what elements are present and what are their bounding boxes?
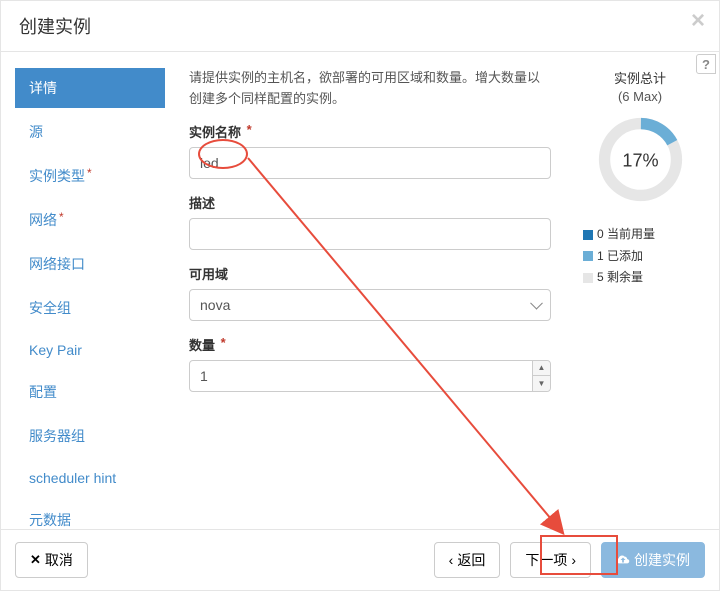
sidebar-item-label: 实例类型 (29, 168, 85, 184)
legend-swatch (583, 273, 593, 283)
stats-panel: 实例总计 (6 Max) 17% 0 当前用量 1 已添加 5 剩余量 (575, 68, 705, 529)
modal-title: 创建实例 (19, 13, 701, 39)
availability-zone-select[interactable]: nova (189, 289, 551, 321)
sidebar-item-label: 详情 (29, 80, 57, 96)
sidebar-item-metadata[interactable]: 元数据 (15, 500, 165, 529)
modal-header: 创建实例 × (1, 1, 719, 52)
help-icon[interactable]: ? (696, 54, 716, 74)
back-button[interactable]: ‹返回 (434, 542, 501, 578)
legend: 0 当前用量 1 已添加 5 剩余量 (575, 224, 705, 289)
create-instance-modal: 创建实例 × ? 详情 源 实例类型* 网络* 网络接口 安全组 Key Pai… (0, 0, 720, 591)
sidebar-item-source[interactable]: 源 (15, 112, 165, 152)
intro-text: 请提供实例的主机名，欲部署的可用区域和数量。增大数量以创建多个同样配置的实例。 (189, 68, 551, 110)
launch-button[interactable]: 创建实例 (601, 542, 705, 578)
required-asterisk: * (87, 166, 92, 180)
sidebar-item-details[interactable]: 详情 (15, 68, 165, 108)
legend-swatch (583, 230, 593, 240)
sidebar-item-scheduler[interactable]: scheduler hint (15, 460, 165, 496)
required-asterisk: * (59, 210, 64, 224)
sidebar-item-label: 安全组 (29, 300, 71, 316)
sidebar-item-flavor[interactable]: 实例类型* (15, 156, 165, 196)
donut-percent: 17% (622, 150, 658, 170)
cancel-button[interactable]: ✕取消 (15, 542, 88, 578)
sidebar-item-networks[interactable]: 网络* (15, 200, 165, 240)
close-icon[interactable]: × (691, 9, 705, 33)
stats-subtitle: (6 Max) (575, 89, 705, 104)
legend-swatch (583, 251, 593, 261)
form-column: 请提供实例的主机名，欲部署的可用区域和数量。增大数量以创建多个同样配置的实例。 … (189, 68, 551, 529)
sidebar-item-label: 元数据 (29, 512, 71, 528)
required-asterisk: * (247, 122, 252, 137)
sidebar-item-label: 服务器组 (29, 428, 85, 444)
sidebar-item-ports[interactable]: 网络接口 (15, 244, 165, 284)
required-asterisk: * (221, 335, 226, 350)
count-step-down[interactable]: ▼ (532, 376, 550, 391)
count-step-up[interactable]: ▲ (532, 361, 550, 377)
wizard-sidebar: 详情 源 实例类型* 网络* 网络接口 安全组 Key Pair 配置 服务器组… (15, 68, 165, 529)
sidebar-item-label: 网络 (29, 212, 57, 228)
legend-item-current: 0 当前用量 (583, 224, 705, 246)
chevron-left-icon: ‹ (449, 552, 454, 568)
x-icon: ✕ (30, 552, 41, 568)
legend-item-remaining: 5 剩余量 (583, 267, 705, 289)
chevron-right-icon: › (571, 552, 576, 568)
sidebar-item-label: 配置 (29, 384, 57, 400)
cloud-upload-icon (616, 555, 630, 565)
next-button[interactable]: 下一项› (510, 542, 591, 578)
legend-item-added: 1 已添加 (583, 246, 705, 268)
count-input[interactable] (189, 360, 551, 392)
modal-footer: ✕取消 ‹返回 下一项› 创建实例 (1, 529, 719, 590)
sidebar-item-config[interactable]: 配置 (15, 372, 165, 412)
instance-name-input[interactable] (189, 147, 551, 179)
zone-label: 可用域 (189, 264, 551, 283)
sidebar-item-keypair[interactable]: Key Pair (15, 332, 165, 368)
desc-label: 描述 (189, 193, 551, 212)
sidebar-item-label: Key Pair (29, 342, 82, 358)
usage-donut-chart: 17% (593, 112, 688, 207)
sidebar-item-label: 源 (29, 124, 43, 140)
modal-body: 详情 源 实例类型* 网络* 网络接口 安全组 Key Pair 配置 服务器组… (1, 52, 719, 529)
main-content: 请提供实例的主机名，欲部署的可用区域和数量。增大数量以创建多个同样配置的实例。 … (189, 68, 705, 529)
sidebar-item-secgroups[interactable]: 安全组 (15, 288, 165, 328)
description-input[interactable] (189, 218, 551, 250)
sidebar-item-servergroups[interactable]: 服务器组 (15, 416, 165, 456)
sidebar-item-label: scheduler hint (29, 470, 116, 486)
stats-title: 实例总计 (575, 68, 705, 87)
name-label: 实例名称 * (189, 122, 551, 141)
sidebar-item-label: 网络接口 (29, 256, 85, 272)
count-label: 数量 * (189, 335, 551, 354)
